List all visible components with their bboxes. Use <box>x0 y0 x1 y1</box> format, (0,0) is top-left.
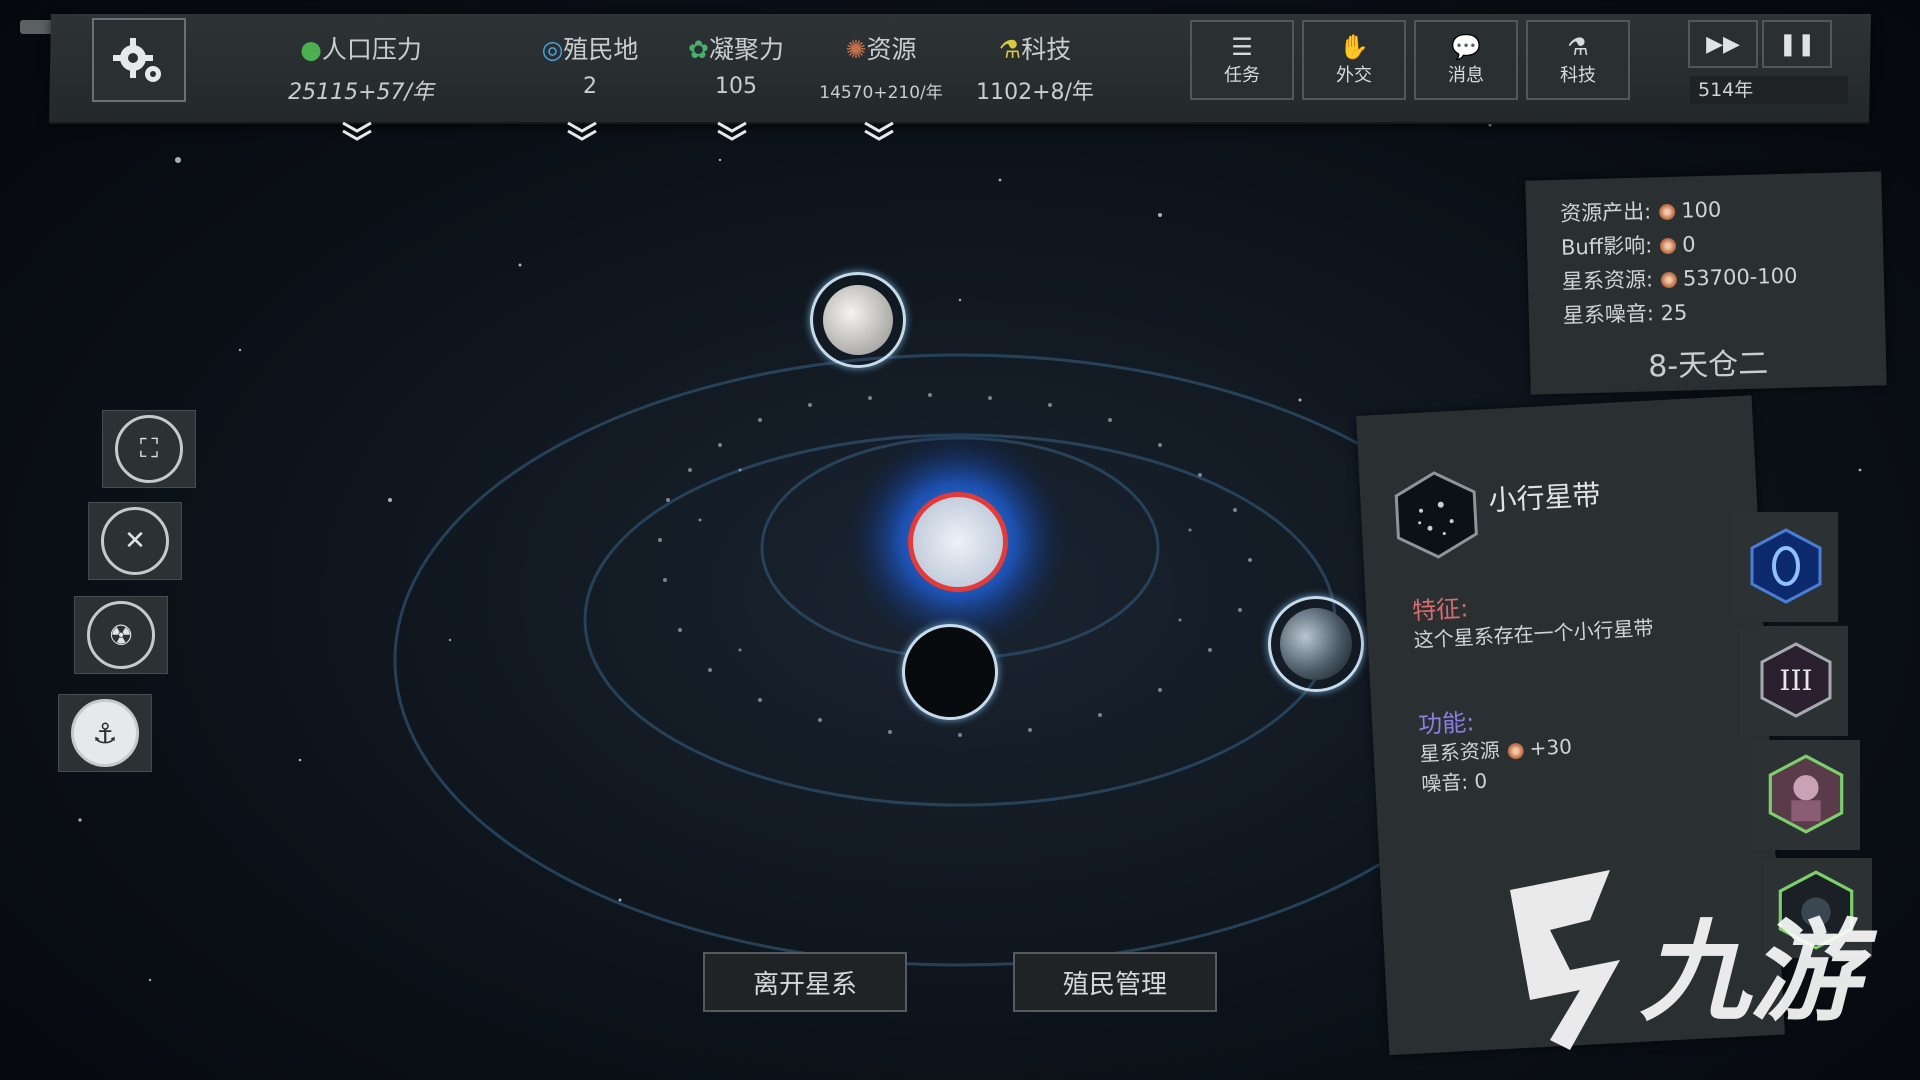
svg-text:九游: 九游 <box>1640 908 1878 1036</box>
task-button[interactable]: ☰ 任务 <box>1190 20 1294 100</box>
info-row-buff: Buff影响: 0 <box>1560 232 1696 260</box>
svg-text:III: III <box>1779 664 1812 697</box>
button-label: 科技 <box>1560 65 1596 86</box>
diplomacy-button[interactable]: ✋ 外交 <box>1302 20 1406 100</box>
stat-colony[interactable]: ◎殖民地 2 <box>530 30 650 99</box>
leave-system-button[interactable]: 离开星系 <box>703 952 907 1012</box>
stat-value: 1102+8/年 <box>976 80 1094 105</box>
pause-icon: ❚❚ <box>1778 31 1816 57</box>
function-text: 星系资源 +30 噪音: 0 <box>1419 734 1573 797</box>
planet-top[interactable] <box>810 272 906 368</box>
colony-icon: ◎ <box>541 35 564 64</box>
resource-icon: ✺ <box>845 35 867 64</box>
planet-right[interactable] <box>1268 596 1364 692</box>
pause-button[interactable]: ❚❚ <box>1762 20 1832 68</box>
fast-forward-button[interactable]: ▶▶ <box>1688 20 1758 68</box>
system-info-panel: 资源产出: 100 Buff影响: 0 星系资源: 53700-100 星系噪音: 2… <box>1525 171 1887 395</box>
side-slot-3[interactable] <box>1752 740 1860 850</box>
task-icon: ☰ <box>1231 33 1253 61</box>
button-label: 消息 <box>1448 65 1484 86</box>
function-header: 功能: <box>1417 708 1476 740</box>
stat-label: 科技 <box>1021 35 1072 64</box>
resource-icon <box>1658 203 1676 221</box>
tools-button[interactable]: ✕ <box>88 502 182 580</box>
chevron-down-icon[interactable] <box>340 120 374 142</box>
stat-value: 2 <box>583 74 597 99</box>
resource-icon <box>1507 742 1525 760</box>
side-slot-1[interactable] <box>1730 512 1838 622</box>
info-row-system-resource: 星系资源: 53700-100 <box>1561 263 1798 294</box>
colony-management-button[interactable]: 殖民管理 <box>1013 952 1217 1012</box>
asteroid-belt-icon <box>1394 471 1478 559</box>
info-row-noise: 星系噪音: 25 <box>1562 300 1688 328</box>
handshake-icon: ✋ <box>1339 33 1369 61</box>
tech-icon: ⚗ <box>998 35 1022 64</box>
character-portrait-icon <box>1768 754 1844 834</box>
anchor-button[interactable]: ⚓ <box>58 694 152 772</box>
stat-label: 凝聚力 <box>708 35 784 64</box>
tech-button[interactable]: ⚗ 科技 <box>1526 20 1630 100</box>
stat-value: 25115+57/年 <box>288 80 434 105</box>
chat-icon: 💬 <box>1451 33 1481 61</box>
anchor-icon: ⚓ <box>71 699 139 767</box>
watermark: 九游 <box>1490 860 1890 1060</box>
resource-icon <box>1660 271 1678 289</box>
year-display: 514年 <box>1690 76 1848 104</box>
message-button[interactable]: 💬 消息 <box>1414 20 1518 100</box>
planet-dark[interactable] <box>902 624 998 720</box>
jiuyou-logo-icon: 九游 <box>1510 870 1878 1050</box>
gear-icon <box>113 38 161 82</box>
settings-button[interactable] <box>92 18 186 102</box>
button-label: 外交 <box>1336 65 1372 86</box>
stat-resource[interactable]: ✺资源 14570+210/年 <box>818 30 944 103</box>
stat-label: 人口压力 <box>321 35 422 64</box>
chevron-down-icon[interactable] <box>565 120 599 142</box>
stat-cohesion[interactable]: ✿凝聚力 105 <box>676 30 796 99</box>
stat-value: 105 <box>715 74 757 99</box>
stat-tech[interactable]: ⚗科技 1102+8/年 <box>970 30 1100 106</box>
button-label: 任务 <box>1224 65 1260 86</box>
system-name: 8-天仓二 <box>1647 346 1769 385</box>
flask-icon: ⚗ <box>1567 33 1589 61</box>
fast-forward-icon: ▶▶ <box>1706 31 1740 57</box>
feature-header: 特征: <box>1411 594 1470 626</box>
info-row-output: 资源产出: 100 <box>1559 197 1722 226</box>
detail-title: 小行星带 <box>1487 478 1602 518</box>
radiation-button[interactable]: ☢ <box>74 596 168 674</box>
tools-icon: ✕ <box>101 507 169 575</box>
population-icon: ● <box>300 35 322 64</box>
ring-o-icon <box>1750 528 1822 604</box>
resource-icon <box>1660 237 1677 255</box>
stat-label: 殖民地 <box>563 35 639 64</box>
radiation-icon: ☢ <box>87 601 155 669</box>
focus-button[interactable]: ⛶ <box>102 410 196 488</box>
side-slot-2[interactable]: III <box>1740 626 1848 736</box>
central-star[interactable] <box>908 492 1008 592</box>
roman-three-icon: III <box>1760 642 1832 718</box>
focus-icon: ⛶ <box>115 415 183 483</box>
chevron-down-icon[interactable] <box>862 120 896 142</box>
stat-value: 14570+210/年 <box>819 83 943 103</box>
stat-population[interactable]: ●人口压力 25115+57/年 <box>286 30 436 106</box>
chevron-down-icon[interactable] <box>715 120 749 142</box>
stat-label: 资源 <box>866 35 917 64</box>
cohesion-icon: ✿ <box>688 35 709 64</box>
